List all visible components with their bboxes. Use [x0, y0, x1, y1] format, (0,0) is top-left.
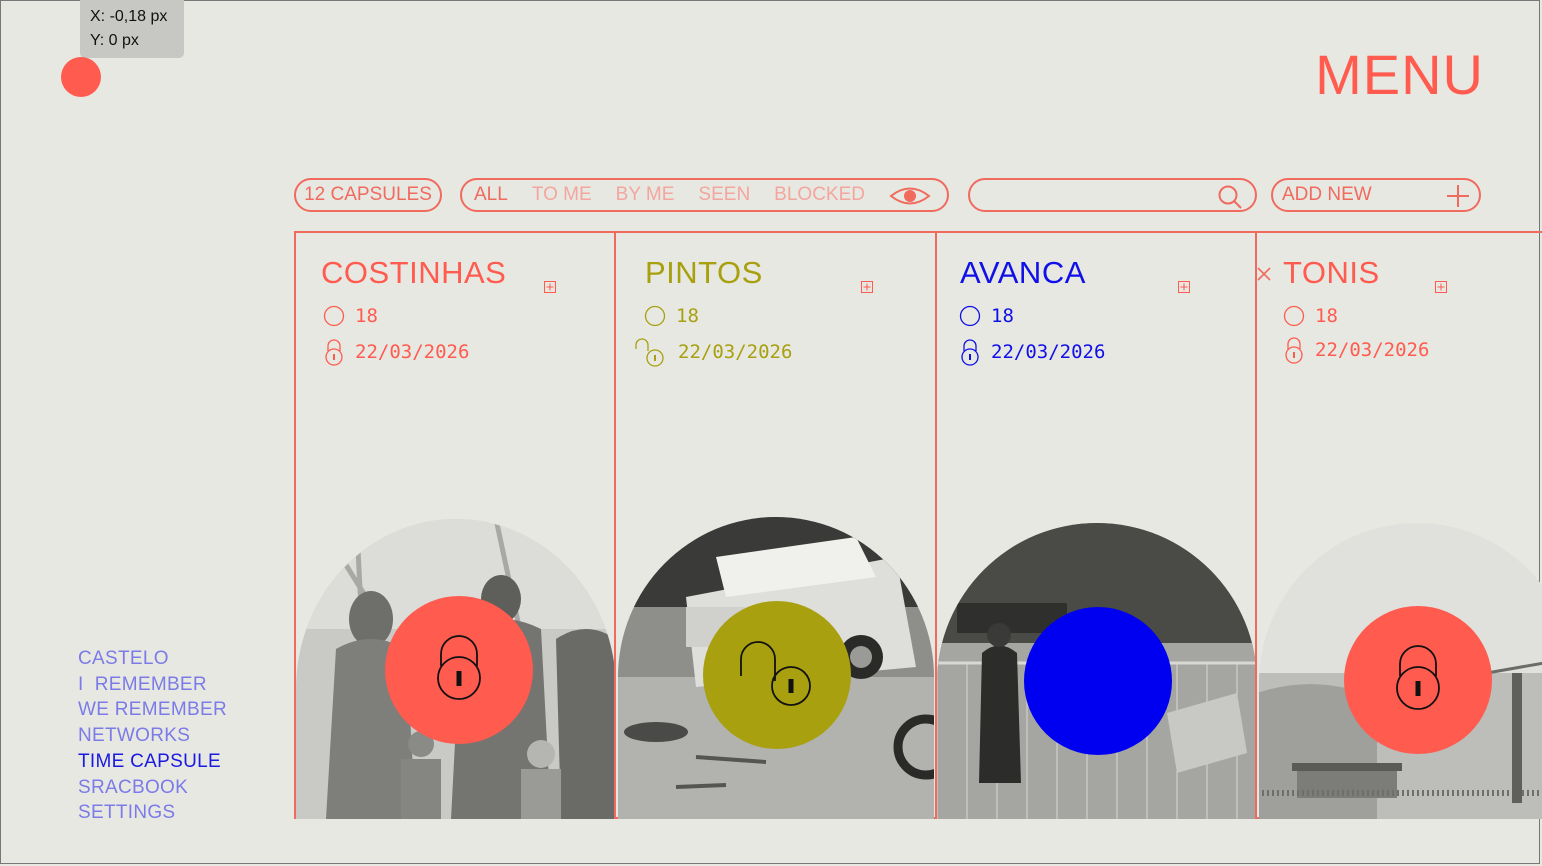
card-count: 18 [1315, 305, 1338, 327]
expand-icon[interactable] [544, 281, 556, 293]
coord-y: Y: 0 px [90, 32, 139, 49]
add-new-button[interactable]: ADD NEW [1271, 178, 1481, 212]
sidebar-nav: CASTELO I REMEMBER WE REMEMBER NETWORKS … [78, 646, 227, 826]
unlock-button[interactable] [703, 601, 851, 749]
capsule-card-avanca[interactable]: AVANCA 18 22/03/2026 [935, 231, 1257, 819]
circle-icon [1283, 305, 1305, 327]
sidebar-item-castelo[interactable]: CASTELO [78, 646, 227, 672]
coord-x: X: -0,18 px [90, 8, 168, 25]
filter-blocked[interactable]: BLOCKED [774, 184, 865, 206]
filter-bar: ALL TO ME BY ME SEEN BLOCKED [460, 178, 949, 212]
eye-icon[interactable] [889, 185, 931, 207]
card-title: AVANCA [960, 255, 1086, 290]
filter-by-me[interactable]: BY ME [616, 184, 675, 206]
plus-icon [1447, 185, 1469, 207]
search-icon[interactable] [1217, 184, 1243, 210]
coordinate-readout: X: -0,18 px Y: 0 px [80, 0, 184, 58]
circle-icon [644, 305, 666, 327]
sidebar-item-we-remember[interactable]: WE REMEMBER [78, 697, 227, 723]
card-count: 18 [991, 305, 1014, 327]
card-date: 22/03/2026 [678, 341, 793, 363]
unlock-icon [635, 338, 664, 367]
padlock-icon [437, 635, 481, 700]
close-icon[interactable] [1257, 267, 1271, 281]
capsules-count-badge: 12 CAPSULES [294, 178, 442, 212]
filter-to-me[interactable]: TO ME [532, 184, 592, 206]
lock-icon [961, 339, 979, 366]
card-date: 22/03/2026 [991, 341, 1106, 363]
add-new-label: ADD NEW [1282, 184, 1372, 205]
home-dot-button[interactable] [61, 57, 101, 97]
card-date: 22/03/2026 [1315, 339, 1430, 361]
expand-icon[interactable] [1435, 281, 1447, 293]
capsule-card-tonis[interactable]: TONIS 18 22/03/2026 [1255, 231, 1542, 819]
expand-icon[interactable] [861, 281, 873, 293]
padlock-icon [1396, 645, 1440, 710]
card-count: 18 [676, 305, 699, 327]
card-title: COSTINHAS [321, 255, 507, 290]
filter-seen[interactable]: SEEN [698, 184, 750, 206]
lock-button[interactable] [1024, 607, 1172, 755]
card-count: 18 [355, 305, 378, 327]
circle-icon [323, 305, 345, 327]
sidebar-item-time-capsule[interactable]: TIME CAPSULE [78, 749, 227, 775]
menu-button[interactable]: MENU [1315, 42, 1484, 107]
card-date: 22/03/2026 [355, 341, 470, 363]
lock-icon [1285, 337, 1303, 364]
filter-all[interactable]: ALL [474, 184, 508, 206]
lock-button[interactable] [385, 596, 533, 744]
capsule-card-pintos[interactable]: PINTOS 18 22/03/2026 [614, 231, 936, 819]
lock-icon [325, 339, 343, 366]
card-title: PINTOS [645, 255, 763, 290]
sidebar-item-i-remember[interactable]: I REMEMBER [78, 672, 227, 698]
open-padlock-icon [740, 641, 811, 706]
lock-button[interactable] [1344, 606, 1492, 754]
circle-icon [959, 305, 981, 327]
search-input[interactable] [968, 178, 1257, 212]
card-title: TONIS [1283, 255, 1380, 290]
sidebar-item-settings[interactable]: SETTINGS [78, 800, 227, 826]
sidebar-item-sracbook[interactable]: SRACBOOK [78, 775, 227, 801]
capsule-card-costinhas[interactable]: COSTINHAS 18 22/03/2026 [294, 231, 616, 819]
expand-icon[interactable] [1178, 281, 1190, 293]
sidebar-item-networks[interactable]: NETWORKS [78, 723, 227, 749]
